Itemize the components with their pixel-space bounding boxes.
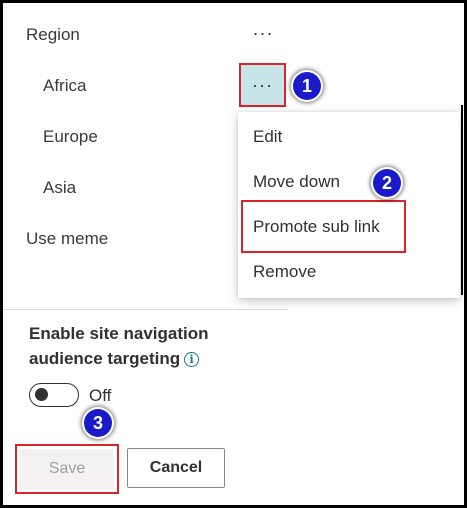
nav-item-region[interactable]: Region [26,25,80,45]
edge-line [461,105,463,295]
step-badge-1: 1 [293,72,321,100]
audience-targeting-toggle[interactable] [29,383,79,407]
info-icon[interactable]: i [184,352,200,367]
menu-item-move-down[interactable]: Move down [253,172,340,192]
promote-highlight-box [241,200,406,253]
menu-item-remove[interactable]: Remove [253,262,316,282]
ellipsis-icon: ··· [252,74,273,95]
heading-line-2: audience targeting i [29,346,259,371]
menu-item-edit[interactable]: Edit [253,127,282,147]
nav-item-use-meme[interactable]: Use meme [26,229,108,249]
save-highlight-box: Save [15,444,119,494]
step-badge-2: 2 [373,169,401,197]
more-options-icon[interactable]: ··· [243,22,283,44]
section-divider [3,309,288,310]
heading-line-2-text: audience targeting [29,349,181,368]
cancel-button[interactable]: Cancel [127,448,225,488]
save-button[interactable]: Save [20,449,114,489]
nav-item-europe[interactable]: Europe [43,127,98,147]
audience-targeting-heading: Enable site navigation audience targetin… [29,321,259,371]
nav-item-asia[interactable]: Asia [43,178,76,198]
toggle-knob [35,388,48,401]
nav-item-africa[interactable]: Africa [43,76,86,96]
heading-line-1: Enable site navigation [29,324,209,343]
more-options-africa-icon[interactable]: ··· [239,63,286,107]
step-badge-3: 3 [84,409,112,437]
toggle-state-label: Off [89,386,112,405]
